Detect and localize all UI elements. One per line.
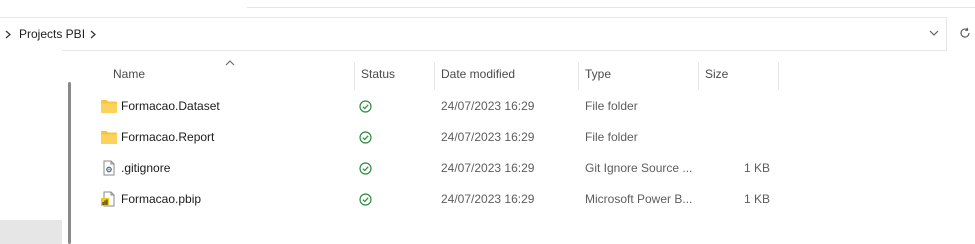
folder-icon <box>101 131 117 144</box>
column-header-size[interactable]: Size <box>705 58 728 90</box>
file-type: File folder <box>585 130 638 144</box>
column-divider[interactable] <box>698 62 699 90</box>
recent-locations-chevron-down-icon[interactable] <box>922 17 946 49</box>
column-divider[interactable] <box>778 62 779 90</box>
breadcrumb-item[interactable]: Projects PBI <box>19 18 85 50</box>
synced-status-icon <box>359 131 372 144</box>
breadcrumb-chevron-icon[interactable] <box>2 18 14 50</box>
file-name[interactable]: Formacao.pbip <box>121 184 201 215</box>
file-type: Microsoft Power B... <box>585 192 693 206</box>
file-size: 1 KB <box>743 161 770 175</box>
column-header-date-modified[interactable]: Date modified <box>441 58 515 90</box>
file-name[interactable]: Formacao.Dataset <box>121 91 220 122</box>
address-bar[interactable]: Projects PBI <box>0 17 947 51</box>
folder-icon <box>101 100 117 113</box>
synced-status-icon <box>359 162 372 175</box>
file-row[interactable]: Formacao.Report 24/07/2023 16:29 File fo… <box>100 122 800 153</box>
gitignore-file-icon <box>103 160 115 176</box>
file-type: File folder <box>585 99 638 113</box>
column-header-row: Name Status Date modified Type Size <box>100 58 780 90</box>
file-date-modified: 24/07/2023 16:29 <box>441 161 535 175</box>
power-bi-file-icon <box>101 191 115 207</box>
synced-status-icon <box>359 193 372 206</box>
file-date-modified: 24/07/2023 16:29 <box>441 130 535 144</box>
column-divider[interactable] <box>354 62 355 90</box>
breadcrumb-separator-icon[interactable] <box>88 18 98 50</box>
file-date-modified: 24/07/2023 16:29 <box>441 192 535 206</box>
file-name[interactable]: Formacao.Report <box>121 122 214 153</box>
column-divider[interactable] <box>434 62 435 90</box>
file-size <box>706 122 770 153</box>
file-row[interactable]: Formacao.pbip 24/07/2023 16:29 Microsoft… <box>100 184 800 215</box>
refresh-icon[interactable] <box>955 17 975 49</box>
column-header-name[interactable]: Name <box>113 58 145 90</box>
navigation-pane[interactable] <box>0 50 62 244</box>
column-divider[interactable] <box>578 62 579 90</box>
file-name[interactable]: .gitignore <box>121 153 170 184</box>
file-type: Git Ignore Source ... <box>585 161 693 175</box>
file-row[interactable]: .gitignore 24/07/2023 16:29 Git Ignore S… <box>100 153 800 184</box>
column-header-status[interactable]: Status <box>361 58 395 90</box>
file-size <box>706 91 770 122</box>
nav-scrollbar[interactable] <box>68 82 71 244</box>
file-row[interactable]: Formacao.Dataset 24/07/2023 16:29 File f… <box>100 91 800 122</box>
synced-status-icon <box>359 100 372 113</box>
nav-selected-item[interactable] <box>0 220 62 244</box>
file-date-modified: 24/07/2023 16:29 <box>441 99 535 113</box>
column-header-type[interactable]: Type <box>585 58 611 90</box>
divider <box>247 7 975 8</box>
file-size: 1 KB <box>743 192 770 206</box>
